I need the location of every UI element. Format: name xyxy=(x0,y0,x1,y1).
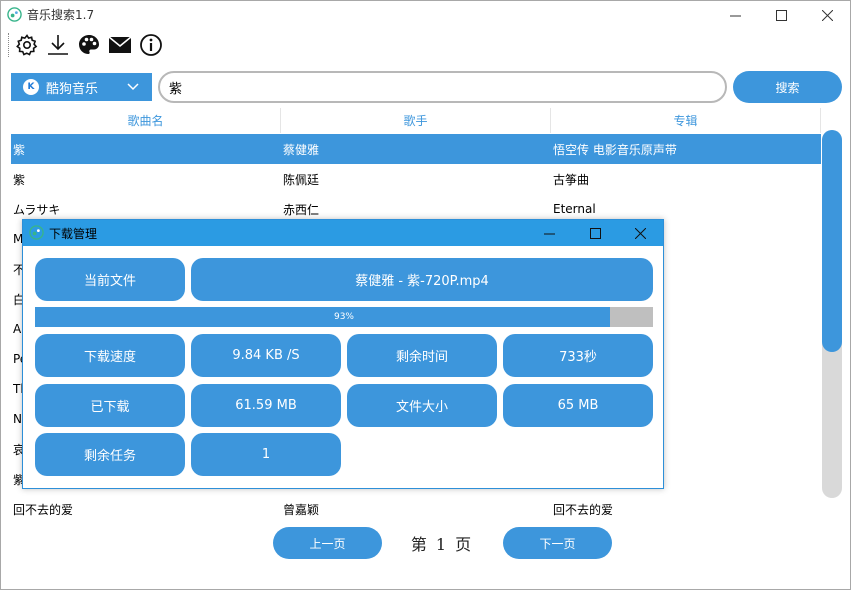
remaining-time-label: 剩余时间 xyxy=(347,334,497,377)
column-header-artist[interactable]: 歌手 xyxy=(281,108,551,133)
next-page-button[interactable]: 下一页 xyxy=(503,527,612,559)
cell-artist: 曾嘉颖 xyxy=(283,502,320,517)
window-title: 音乐搜索1.7 xyxy=(27,8,95,22)
theme-button[interactable] xyxy=(76,32,102,58)
scrollbar-thumb[interactable] xyxy=(822,130,842,352)
maximize-button[interactable] xyxy=(758,1,804,29)
table-header: 歌曲名 歌手 专辑 xyxy=(11,108,821,133)
info-icon xyxy=(140,34,162,56)
prev-page-button[interactable]: 上一页 xyxy=(273,527,382,559)
mail-icon xyxy=(108,36,132,53)
close-icon xyxy=(821,9,833,21)
dialog-title: 下载管理 xyxy=(49,227,98,241)
downloaded-value: 61.59 MB xyxy=(191,384,341,427)
cell-album: 回不去的爱 xyxy=(553,502,614,517)
table-row[interactable]: 紫 蔡健雅 悟空传 电影音乐原声带 xyxy=(11,134,821,164)
close-icon xyxy=(634,227,646,239)
minimize-icon xyxy=(729,15,741,16)
download-speed-label: 下载速度 xyxy=(35,334,185,377)
minimize-icon xyxy=(543,233,555,234)
kugou-logo-icon: K xyxy=(23,79,39,95)
search-input[interactable] xyxy=(158,71,727,103)
dialog-app-icon xyxy=(29,225,44,240)
gear-icon xyxy=(16,34,38,56)
page-indicator: 第 1 页 xyxy=(410,535,474,554)
settings-button[interactable] xyxy=(14,32,40,58)
table-row[interactable]: 紫 陈佩廷 古筝曲 xyxy=(11,164,821,194)
file-size-label: 文件大小 xyxy=(347,384,497,427)
vertical-scrollbar[interactable] xyxy=(822,130,842,498)
current-file-label: 当前文件 xyxy=(35,258,185,301)
cell-title: 回不去的爱 xyxy=(13,502,74,517)
cell-title: 紫 xyxy=(13,172,26,187)
dialog-minimize-button[interactable] xyxy=(526,220,572,246)
dialog-title-bar: 下载管理 xyxy=(23,220,663,246)
current-file-value: 蔡健雅 - 紫-720P.mp4 xyxy=(191,258,653,301)
column-header-album[interactable]: 专辑 xyxy=(551,108,821,133)
remaining-time-value: 733秒 xyxy=(503,334,653,377)
toolbar-grip xyxy=(8,33,9,57)
cell-album: 古筝曲 xyxy=(553,172,590,187)
app-icon xyxy=(7,7,22,22)
search-button[interactable]: 搜索 xyxy=(733,71,842,103)
mail-button[interactable] xyxy=(107,32,133,58)
cell-title: 紫 xyxy=(13,142,26,157)
palette-icon xyxy=(79,35,99,54)
music-source-select[interactable]: K 酷狗音乐 xyxy=(11,73,152,101)
cell-album: 悟空传 电影音乐原声带 xyxy=(553,142,677,157)
download-icon xyxy=(48,35,68,55)
remaining-tasks-label: 剩余任务 xyxy=(35,433,185,476)
maximize-icon xyxy=(589,227,601,239)
maximize-icon xyxy=(775,9,787,21)
column-header-title[interactable]: 歌曲名 xyxy=(11,108,281,133)
title-bar: 音乐搜索1.7 xyxy=(1,1,850,29)
table-row[interactable]: 回不去的爱 曾嘉颖 回不去的爱 xyxy=(11,494,821,517)
downloaded-label: 已下载 xyxy=(35,384,185,427)
about-button[interactable] xyxy=(138,32,164,58)
download-manager-dialog: 下载管理 当前文件 蔡健雅 - 紫-720P.mp4 93% 下载速度 9.84… xyxy=(22,219,664,489)
dialog-close-button[interactable] xyxy=(617,220,663,246)
chevron-down-icon xyxy=(127,83,139,91)
dialog-maximize-button[interactable] xyxy=(572,220,618,246)
download-progress-bar: 93% xyxy=(35,307,653,327)
music-source-label: 酷狗音乐 xyxy=(46,81,99,97)
remaining-tasks-value: 1 xyxy=(191,433,341,476)
progress-text: 93% xyxy=(333,312,354,322)
minimize-button[interactable] xyxy=(712,1,758,29)
toolbar xyxy=(1,29,850,61)
file-size-value: 65 MB xyxy=(503,384,653,427)
download-button[interactable] xyxy=(45,32,71,58)
close-button[interactable] xyxy=(804,1,850,29)
cell-artist: 蔡健雅 xyxy=(283,142,320,157)
cell-artist: 陈佩廷 xyxy=(283,172,320,187)
download-speed-value: 9.84 KB /S xyxy=(191,334,341,377)
